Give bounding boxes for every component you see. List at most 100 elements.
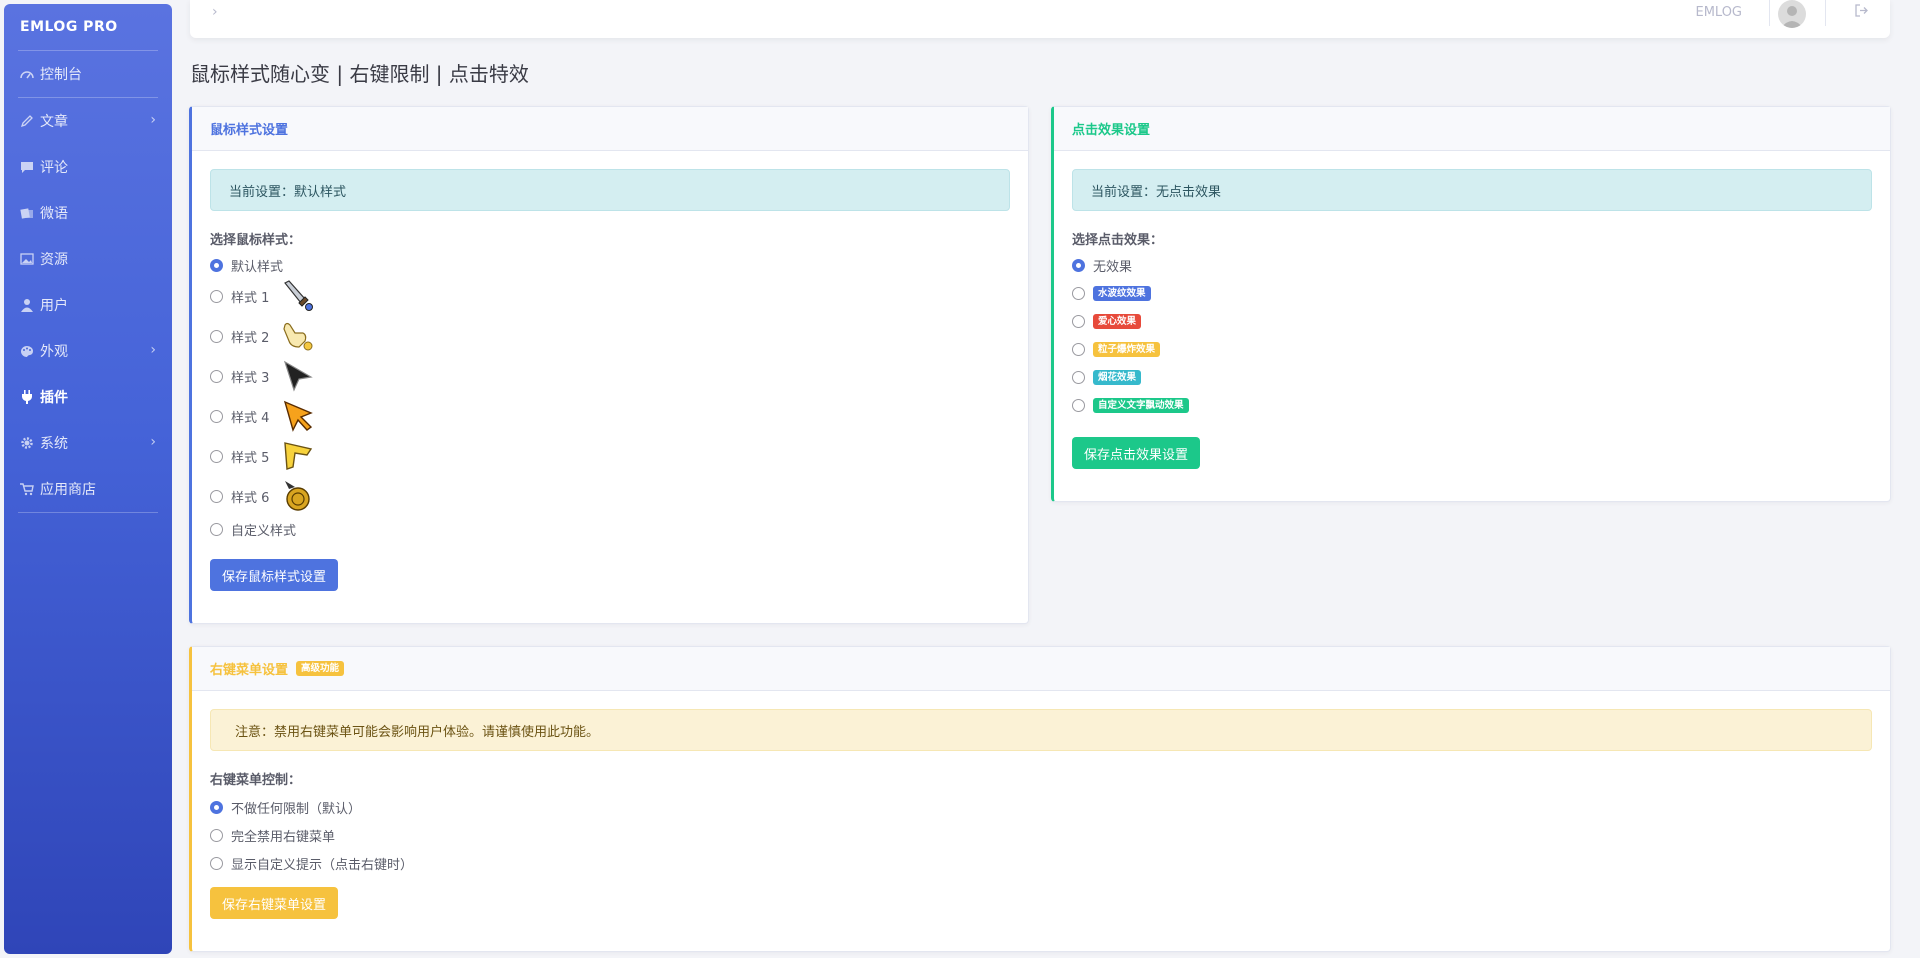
radio-button[interactable]	[1072, 398, 1085, 412]
yellow-arrow-cursor-icon	[284, 442, 313, 470]
advanced-badge: 高级功能	[296, 661, 345, 676]
cart-icon	[18, 481, 36, 497]
mouse-option-default[interactable]: 默认样式	[210, 256, 1028, 275]
logout-icon[interactable]	[1855, 4, 1868, 21]
mouse-option-style-6[interactable]: 样式 6	[210, 478, 1028, 514]
rightclick-option-custom-tip[interactable]: 显示自定义提示（点击右键时）	[210, 854, 1890, 873]
click-option-custom-text[interactable]: 自定义文字飘动效果	[1072, 396, 1890, 414]
mouse-style-card: 鼠标样式设置 当前设置：默认样式 选择鼠标样式： 默认样式 样式 1 样式 2 …	[189, 106, 1029, 624]
card-title: 右键菜单设置	[210, 663, 289, 678]
sidebar-item-label: 评论	[40, 160, 68, 176]
chevron-right-icon: ›	[150, 112, 156, 128]
pencil-icon	[18, 113, 36, 129]
effect-badge: 水波纹效果	[1093, 285, 1151, 301]
sidebar-item-comments[interactable]: 评论	[4, 144, 172, 190]
click-option-fireworks[interactable]: 烟花效果	[1072, 368, 1890, 386]
click-option-none[interactable]: 无效果	[1072, 256, 1890, 275]
radio-button[interactable]	[210, 828, 223, 842]
plug-icon	[18, 389, 36, 405]
mouse-option-style-3[interactable]: 样式 3	[210, 358, 1028, 394]
mouse-option-style-5[interactable]: 样式 5	[210, 438, 1028, 474]
radio-button[interactable]	[1072, 342, 1085, 356]
radio-button[interactable]	[1072, 286, 1085, 300]
sidebar-item-label: 文章	[40, 114, 68, 130]
control-label: 右键菜单控制：	[210, 773, 302, 788]
mouse-option-custom[interactable]: 自定义样式	[210, 520, 1028, 539]
hand-cursor-icon	[283, 322, 313, 351]
sidebar-toggle-button[interactable]: ›	[212, 4, 218, 20]
radio-button[interactable]	[1072, 370, 1085, 384]
radio-button[interactable]	[210, 489, 223, 503]
save-mouse-style-button[interactable]: 保存鼠标样式设置	[210, 559, 339, 591]
mouse-option-style-2[interactable]: 样式 2	[210, 318, 1028, 354]
option-label: 样式 6	[231, 490, 270, 506]
radio-button[interactable]	[210, 449, 223, 463]
warning-alert: 注意：禁用右键菜单可能会影响用户体验。请谨慎使用此功能。	[210, 709, 1872, 751]
sidebar-item-label: 插件	[40, 390, 68, 406]
sidebar-item-label: 应用商店	[40, 482, 96, 498]
chevron-right-icon: ›	[150, 434, 156, 450]
option-label: 样式 4	[231, 410, 270, 426]
top-bar: › EMLOG	[190, 0, 1890, 38]
comment-icon	[18, 159, 36, 175]
click-option-ripple[interactable]: 水波纹效果	[1072, 284, 1890, 302]
select-label: 选择点击效果：	[1072, 233, 1164, 248]
site-name-link[interactable]: EMLOG	[1695, 5, 1742, 20]
sidebar-item-label: 外观	[40, 344, 68, 360]
radio-button[interactable]	[210, 800, 223, 814]
sidebar-item-appearance[interactable]: 外观 ›	[4, 328, 172, 374]
radio-button[interactable]	[1072, 314, 1085, 328]
sidebar-item-store[interactable]: 应用商店	[4, 466, 172, 512]
sidebar-item-dashboard[interactable]: 控制台	[4, 51, 172, 97]
radio-button[interactable]	[210, 409, 223, 423]
topbar-divider	[1825, 0, 1826, 26]
sidebar-divider	[18, 512, 158, 513]
image-icon	[18, 251, 36, 267]
sidebar-item-system[interactable]: 系统 ›	[4, 420, 172, 466]
click-option-particles[interactable]: 粒子爆炸效果	[1072, 340, 1890, 358]
mouse-option-style-4[interactable]: 样式 4	[210, 398, 1028, 434]
palette-icon	[18, 343, 36, 359]
topbar-divider	[1769, 0, 1770, 26]
current-setting-alert: 当前设置：无点击效果	[1072, 169, 1872, 211]
radio-button[interactable]	[210, 369, 223, 383]
gear-icon	[18, 435, 36, 451]
chevron-right-icon: ›	[150, 342, 156, 358]
gold-coin-cursor-icon	[285, 481, 311, 511]
click-option-heart[interactable]: 爱心效果	[1072, 312, 1890, 330]
black-arrow-cursor-icon	[284, 360, 314, 392]
radio-button[interactable]	[210, 329, 223, 343]
option-label: 默认样式	[231, 259, 284, 275]
mouse-option-style-1[interactable]: 样式 1	[210, 278, 1028, 314]
save-click-effect-button[interactable]: 保存点击效果设置	[1072, 437, 1201, 469]
radio-button[interactable]	[210, 258, 223, 272]
page-title: 鼠标样式随心变 | 右键限制 | 点击特效	[190, 62, 529, 86]
option-label: 无效果	[1093, 259, 1133, 275]
radio-button[interactable]	[210, 856, 223, 870]
card-title: 点击效果设置	[1054, 107, 1890, 151]
rightclick-option-no-limit[interactable]: 不做任何限制（默认）	[210, 798, 1890, 817]
brand-logo[interactable]: EMLOG PRO	[4, 4, 172, 50]
sidebar-item-media[interactable]: 资源	[4, 236, 172, 282]
sidebar-item-plugins[interactable]: 插件	[4, 374, 172, 420]
card-title: 鼠标样式设置	[192, 107, 1028, 151]
card-header: 右键菜单设置 高级功能	[192, 647, 1890, 691]
rightclick-option-disable[interactable]: 完全禁用右键菜单	[210, 826, 1890, 845]
current-setting-alert: 当前设置：默认样式	[210, 169, 1010, 211]
save-right-click-button[interactable]: 保存右键菜单设置	[210, 887, 339, 919]
effect-badge: 粒子爆炸效果	[1093, 341, 1161, 357]
option-label: 样式 2	[231, 330, 270, 346]
sidebar-item-notes[interactable]: 微语	[4, 190, 172, 236]
select-label: 选择鼠标样式：	[210, 233, 302, 248]
dashboard-icon	[18, 66, 36, 82]
radio-button[interactable]	[210, 289, 223, 303]
sidebar-item-label: 微语	[40, 206, 68, 222]
radio-button[interactable]	[1072, 258, 1085, 272]
avatar[interactable]	[1778, 0, 1806, 28]
radio-button[interactable]	[210, 522, 223, 536]
option-label: 不做任何限制（默认）	[231, 801, 362, 817]
sidebar-item-users[interactable]: 用户	[4, 282, 172, 328]
sword-cursor-icon	[284, 280, 314, 311]
effect-badge: 烟花效果	[1093, 369, 1142, 385]
sidebar-item-articles[interactable]: 文章 ›	[4, 98, 172, 144]
